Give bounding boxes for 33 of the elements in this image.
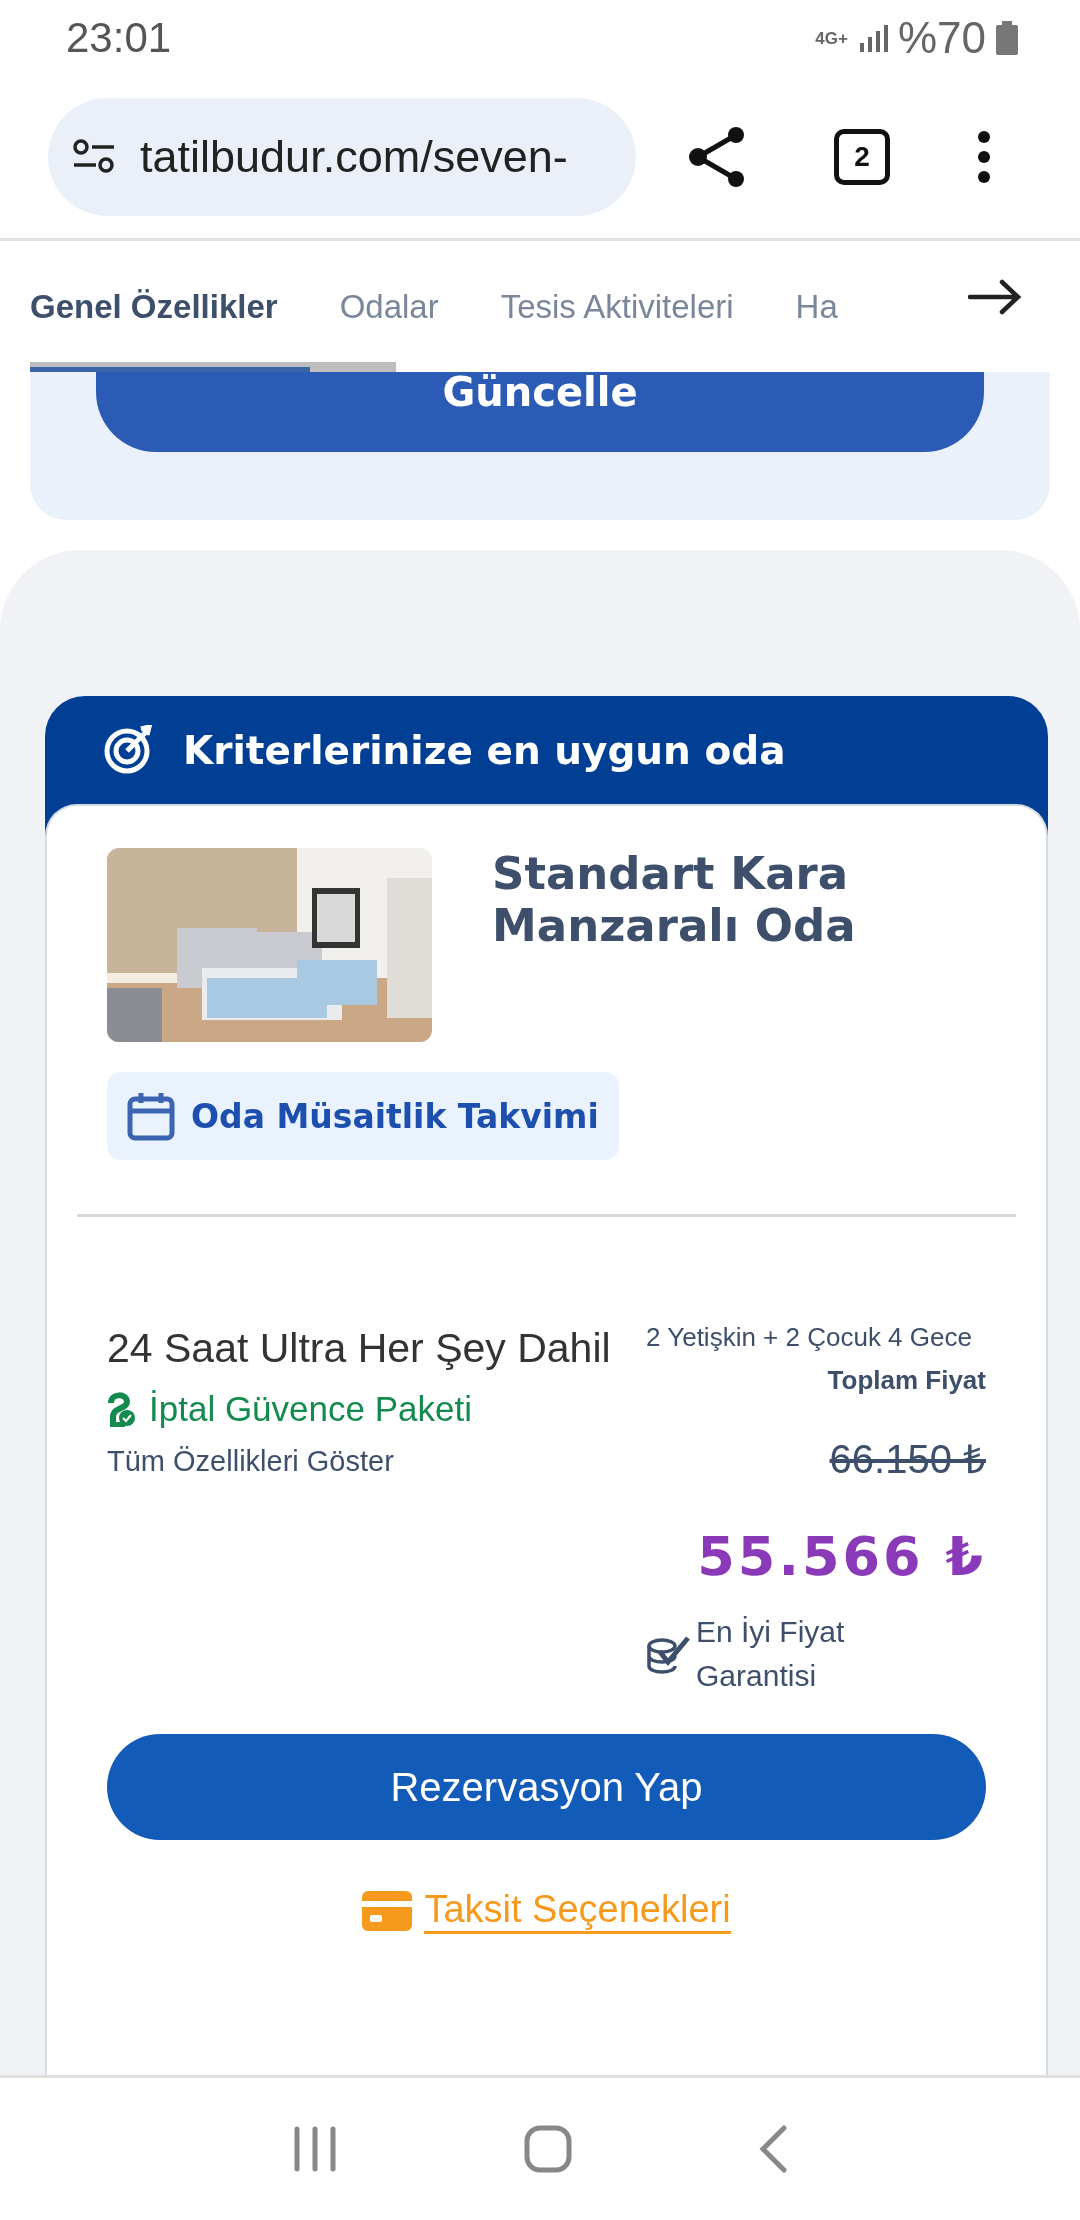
status-time: 23:01 [66,14,172,62]
signal-icon [857,23,888,53]
show-features-link[interactable]: Tüm Özellikleri Göster [107,1445,627,1478]
update-button[interactable]: Güncelle [96,372,984,452]
old-price: 66.150 ₺ [829,1436,986,1483]
insurance-label: İptal Güvence Paketi [149,1389,472,1429]
reserve-button[interactable]: Rezervasyon Yap [107,1734,986,1840]
recent-apps-icon[interactable] [292,2125,339,2173]
section-tab[interactable]: Odalar [339,287,439,326]
best-price-guarantee: En İyi Fiyat Garantisi [696,1614,846,1694]
section-tab[interactable]: Genel Özellikler [30,287,278,326]
total-price-label: Toplam Fiyat [827,1365,986,1396]
calendar-icon [127,1091,175,1141]
board-type: 24 Saat Ultra Her Şey Dahil [107,1324,612,1373]
shield-check-icon [107,1391,135,1427]
section-tab[interactable]: Tesis Aktiviteleri [500,287,734,326]
address-bar[interactable]: tatilbudur.com/seven- [48,98,636,216]
room-name: Standart Kara Manzaralı Oda [492,848,857,954]
credit-card-icon [362,1891,413,1931]
section-tab[interactable]: Ha [795,287,838,326]
target-icon [103,725,153,775]
site-settings-icon[interactable] [72,139,116,175]
home-icon[interactable] [523,2124,573,2174]
menu-icon[interactable] [976,130,992,184]
back-icon[interactable] [757,2124,788,2174]
calendar-button[interactable]: Oda Müsaitlik Takvimi [107,1072,619,1160]
card-title: Kriterlerinize en uygun oda [183,727,786,773]
guest-summary: 2 Yetişkin + 2 Çocuk 4 Gece [646,1321,972,1354]
battery-level: %70 [897,13,986,63]
price: 55.566 ₺ [697,1525,986,1588]
battery-icon [996,21,1018,55]
network-type: 4G+ [815,29,848,47]
tab-count-button[interactable]: 2 [834,129,890,185]
